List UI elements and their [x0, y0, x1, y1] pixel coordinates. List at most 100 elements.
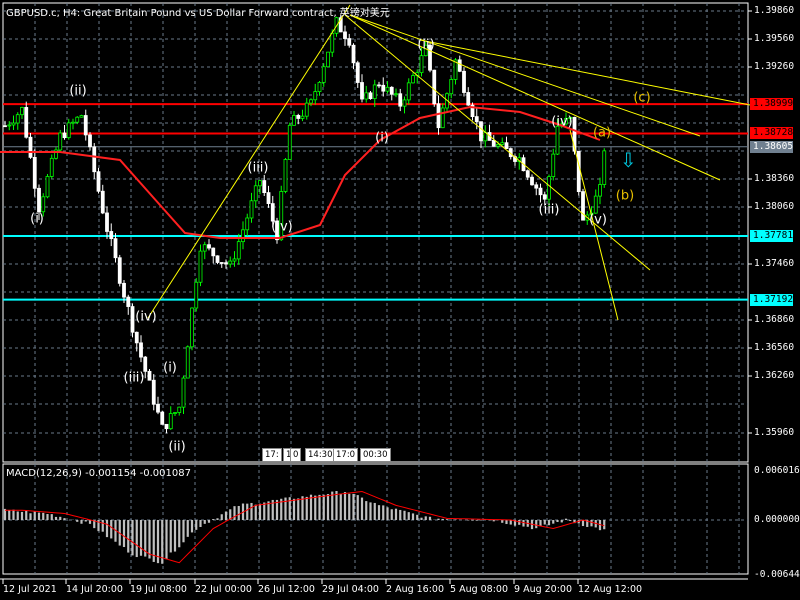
candle-body — [372, 84, 377, 100]
candle-body — [542, 194, 547, 200]
candle-body — [321, 66, 326, 83]
candle-body — [551, 153, 556, 178]
candle-body — [71, 121, 75, 124]
candle-body — [411, 75, 415, 84]
macd-axis-label: 0.000000 — [754, 514, 800, 525]
wave-label: (iii) — [247, 160, 269, 176]
price-axis-label: 1.39560 — [754, 33, 795, 44]
candle-body — [466, 92, 471, 106]
candle-body — [88, 134, 92, 148]
time-axis-label: 5 Aug 08:00 — [450, 584, 509, 595]
wave-label: (v) — [589, 212, 607, 228]
time-axis-label: 2 Aug 16:00 — [386, 584, 445, 595]
candle-body — [355, 62, 360, 83]
candle-body — [105, 212, 109, 232]
candle-body — [41, 196, 46, 213]
price-axis-label: 1.35960 — [754, 427, 795, 438]
candle-body — [538, 187, 543, 196]
candle-body — [215, 255, 220, 263]
candle-body — [547, 176, 551, 200]
time-axis-label: 9 Aug 20:00 — [514, 584, 573, 595]
candle-body — [249, 200, 254, 219]
macd-axis-label: 0.006016 — [754, 465, 800, 476]
candle-body — [504, 142, 509, 149]
candle-body — [168, 413, 173, 430]
candle-body — [457, 59, 462, 72]
candle-body — [45, 176, 50, 198]
candle-body — [185, 346, 190, 379]
candle-body — [300, 115, 305, 119]
wave-label: (ii) — [417, 37, 435, 53]
candle-body — [15, 114, 20, 124]
price-axis-label: 1.36260 — [754, 370, 795, 381]
candle-body — [24, 107, 29, 138]
candle-body — [147, 370, 152, 381]
wave-label: (iv) — [135, 309, 157, 325]
candle-body — [28, 136, 33, 158]
wave-label: (i) — [30, 211, 44, 227]
candle-body — [330, 32, 335, 53]
candle-body — [224, 262, 228, 265]
candle-body — [143, 356, 148, 372]
macd-title: MACD(12,26,9) -0.001154 -0.001087 — [6, 468, 191, 479]
wave-label: (iv) — [271, 219, 293, 235]
candle-body — [402, 99, 407, 107]
candle-body — [449, 79, 454, 95]
candle-body — [436, 103, 441, 129]
candle-body — [160, 411, 165, 425]
moving-average-line — [0, 105, 601, 239]
wave-label: (ii) — [168, 439, 186, 455]
candle-body — [491, 140, 496, 147]
candle-body — [126, 296, 131, 307]
price-axis-label: 1.36560 — [754, 342, 795, 353]
candle-body — [113, 238, 118, 259]
price-level-tag: 1.38999 — [750, 98, 793, 111]
main-pane-frame — [2, 2, 749, 463]
candle-body — [232, 258, 237, 262]
price-level-tag: 1.37781 — [750, 229, 793, 242]
candle-body — [130, 306, 135, 333]
candle-body — [317, 81, 322, 93]
wave-label: (c) — [633, 90, 651, 106]
trend-line — [349, 14, 721, 181]
candle-body — [79, 115, 84, 118]
time-axis-label: 22 Jul 00:00 — [195, 584, 252, 595]
price-axis-label: 1.38360 — [754, 173, 795, 184]
price-chart[interactable] — [0, 0, 800, 600]
wave-label: (b) — [615, 188, 635, 204]
time-axis-label: 12 Jul 2021 — [3, 584, 57, 595]
candle-body — [296, 114, 301, 119]
chart-title: GBPUSD.c, H4: Great Britain Pound vs US … — [6, 8, 390, 19]
price-axis-label: 1.39260 — [754, 61, 795, 72]
candle-body — [190, 307, 194, 348]
candle-body — [236, 241, 241, 260]
macd-axis-label: -0.006440 — [754, 569, 800, 580]
candle-body — [440, 107, 445, 129]
candle-body — [253, 185, 258, 202]
wave-label: (iii) — [123, 370, 145, 386]
wave-label: (iv) — [551, 114, 573, 130]
candle-body — [581, 191, 585, 221]
candle-body — [360, 82, 364, 100]
candle-body — [151, 379, 156, 405]
candle-body — [62, 132, 67, 139]
candle-body — [258, 180, 262, 187]
candle-body — [525, 170, 530, 178]
candle-body — [270, 203, 275, 222]
candle-body — [377, 84, 381, 87]
candle-body — [202, 244, 207, 252]
candle-body — [164, 423, 169, 430]
candle-body — [139, 342, 143, 358]
candle-body — [245, 217, 250, 231]
wave-label: (ii) — [69, 83, 87, 99]
candle-body — [228, 260, 233, 265]
price-axis-label: 1.39860 — [754, 5, 795, 16]
candle-body — [181, 377, 186, 408]
candle-body — [389, 86, 394, 95]
candle-body — [593, 195, 598, 214]
candle-body — [304, 102, 309, 117]
candle-body — [266, 192, 271, 204]
candle-body — [156, 403, 160, 413]
candle-body — [241, 229, 245, 243]
trend-line — [349, 14, 701, 137]
